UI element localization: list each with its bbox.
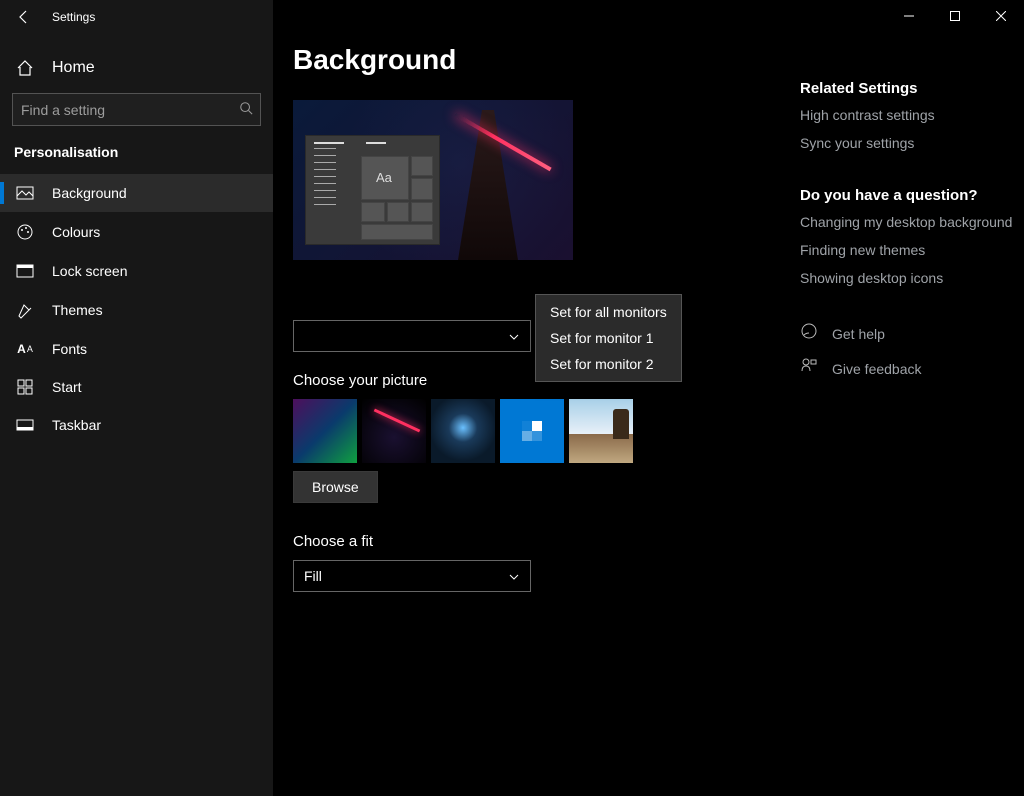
fonts-icon: AA [16, 342, 34, 356]
page-heading: Background [293, 44, 800, 76]
nav-label: Colours [52, 224, 100, 240]
home-icon [16, 59, 34, 77]
sidebar: Settings Home Personalisation Background… [0, 0, 273, 796]
picture-thumb[interactable] [362, 399, 426, 463]
sidebar-item-themes[interactable]: Themes [0, 290, 273, 330]
sidebar-item-colours[interactable]: Colours [0, 212, 273, 252]
chevron-down-icon [508, 330, 520, 342]
nav-label: Start [52, 379, 82, 395]
feedback-icon [800, 357, 818, 380]
picture-thumbnails [293, 399, 800, 463]
sidebar-item-fonts[interactable]: AA Fonts [0, 330, 273, 368]
back-icon[interactable] [16, 9, 32, 25]
app-title: Settings [52, 10, 95, 24]
fit-dropdown[interactable]: Fill [293, 560, 531, 592]
section-label: Personalisation [0, 126, 273, 170]
titlebar: Settings [0, 0, 273, 33]
sidebar-home[interactable]: Home [0, 47, 273, 89]
picture-thumb[interactable] [500, 399, 564, 463]
browse-button[interactable]: Browse [293, 471, 378, 503]
link-high-contrast[interactable]: High contrast settings [800, 107, 1014, 123]
link-desktop-icons[interactable]: Showing desktop icons [800, 270, 1014, 286]
related-settings-heading: Related Settings [800, 80, 1014, 97]
chevron-down-icon [508, 570, 520, 582]
sidebar-item-taskbar[interactable]: Taskbar [0, 406, 273, 444]
taskbar-icon [16, 419, 34, 431]
get-help-label: Get help [832, 326, 885, 342]
window-controls [886, 0, 1024, 32]
ctx-set-monitor-1[interactable]: Set for monitor 1 [536, 325, 681, 351]
search-input[interactable] [12, 93, 261, 126]
help-icon [800, 322, 818, 345]
picture-thumb[interactable] [293, 399, 357, 463]
sidebar-item-start[interactable]: Start [0, 368, 273, 406]
link-sync-settings[interactable]: Sync your settings [800, 135, 1014, 151]
picture-thumb[interactable] [431, 399, 495, 463]
get-help-row[interactable]: Get help [800, 322, 1014, 345]
main-area: Background Aa [273, 0, 1024, 796]
content: Background Aa [273, 0, 800, 796]
background-type-dropdown[interactable]: Picture [293, 320, 531, 352]
home-label: Home [52, 59, 95, 77]
sidebar-item-lock-screen[interactable]: Lock screen [0, 252, 273, 290]
context-menu: Set for all monitors Set for monitor 1 S… [535, 294, 682, 382]
ctx-set-monitor-2[interactable]: Set for monitor 2 [536, 351, 681, 377]
picture-thumb[interactable] [569, 399, 633, 463]
question-heading: Do you have a question? [800, 187, 1014, 204]
close-button[interactable] [978, 0, 1024, 32]
start-icon [16, 379, 34, 395]
give-feedback-label: Give feedback [832, 361, 922, 377]
palette-icon [16, 223, 34, 241]
picture-icon [16, 186, 34, 200]
minimize-button[interactable] [886, 0, 932, 32]
maximize-button[interactable] [932, 0, 978, 32]
give-feedback-row[interactable]: Give feedback [800, 357, 1014, 380]
desktop-preview: Aa [293, 100, 573, 260]
nav-label: Themes [52, 302, 103, 318]
nav-label: Lock screen [52, 263, 127, 279]
nav-label: Taskbar [52, 417, 101, 433]
preview-sample-text: Aa [376, 170, 392, 185]
right-column: Related Settings High contrast settings … [800, 0, 1024, 796]
themes-icon [16, 301, 34, 319]
dropdown-value: Fill [304, 568, 322, 584]
lock-screen-icon [16, 264, 34, 278]
ctx-set-all-monitors[interactable]: Set for all monitors [536, 299, 681, 325]
link-change-background[interactable]: Changing my desktop background [800, 214, 1014, 230]
link-find-themes[interactable]: Finding new themes [800, 242, 1014, 258]
choose-fit-label: Choose a fit [293, 533, 800, 550]
nav-list: Background Colours Lock screen Themes AA… [0, 174, 273, 444]
nav-label: Background [52, 185, 127, 201]
search-container [0, 93, 273, 126]
preview-taskbar-mock: Aa [305, 135, 440, 245]
sidebar-item-background[interactable]: Background [0, 174, 273, 212]
nav-label: Fonts [52, 341, 87, 357]
